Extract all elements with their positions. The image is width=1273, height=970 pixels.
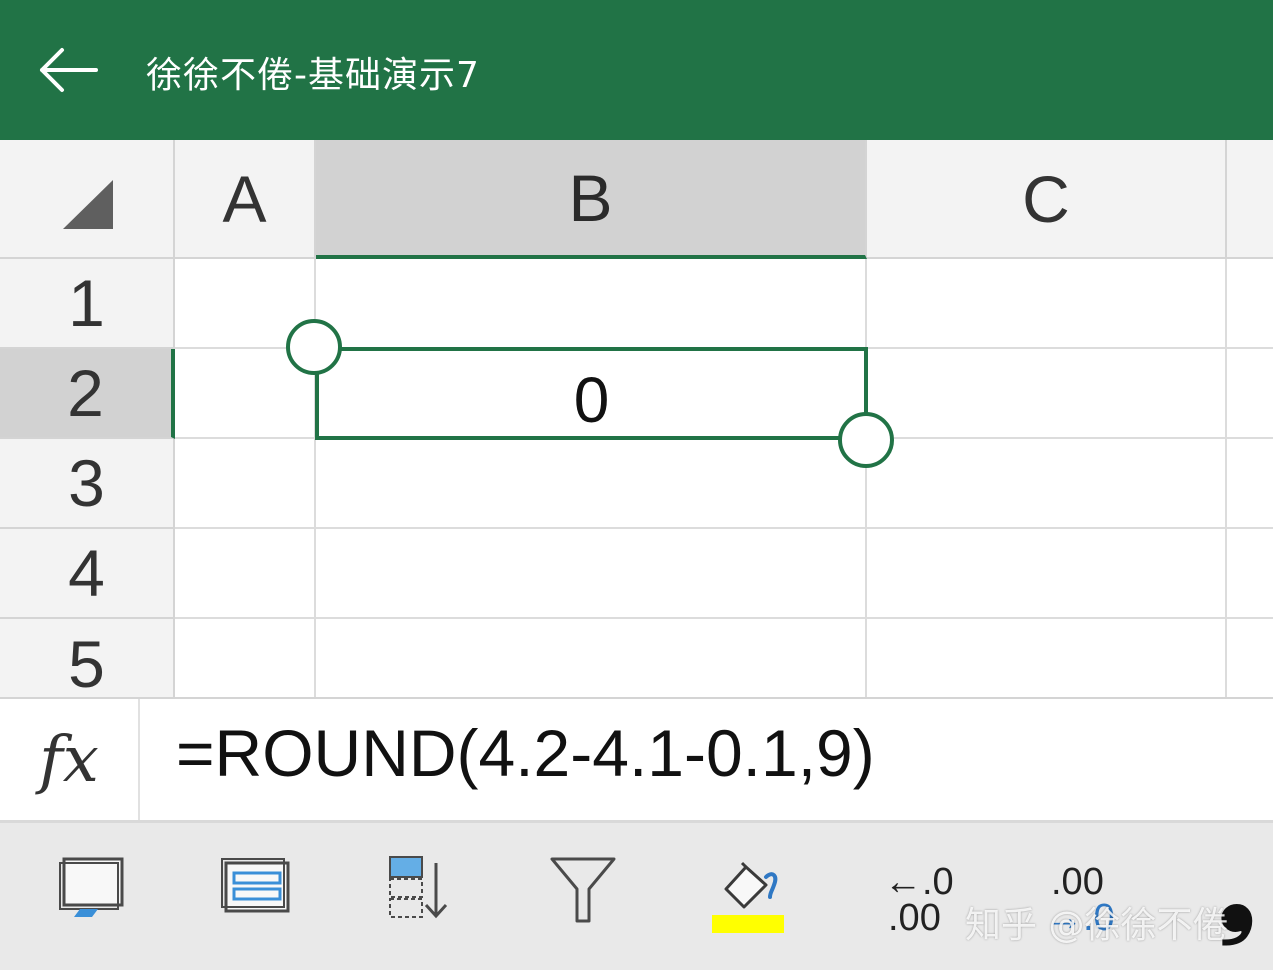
cell-d4[interactable] bbox=[1227, 529, 1273, 619]
select-all-triangle-icon bbox=[63, 180, 113, 229]
formula-input[interactable]: =ROUND(4.2-4.1-0.1,9) bbox=[176, 715, 875, 791]
cell-b5[interactable] bbox=[316, 619, 867, 697]
workbook-title: 徐徐不倦-基础演示7 bbox=[146, 55, 480, 96]
cell-d1[interactable] bbox=[1227, 259, 1273, 349]
selection-handle-top-left[interactable] bbox=[286, 319, 342, 375]
cell-c5[interactable] bbox=[867, 619, 1227, 697]
cell-a3[interactable] bbox=[175, 439, 316, 529]
freeze-panes-icon bbox=[59, 857, 124, 917]
back-button[interactable] bbox=[36, 44, 100, 96]
select-all-corner[interactable] bbox=[0, 140, 175, 259]
sort-descending-icon bbox=[389, 856, 448, 919]
paint-bucket-icon bbox=[712, 861, 784, 933]
arrow-left-icon bbox=[40, 48, 98, 92]
column-header-c[interactable]: C bbox=[867, 140, 1227, 259]
cell-b2-value: 0 bbox=[573, 364, 610, 436]
cell-c2[interactable] bbox=[867, 349, 1227, 439]
wrap-merge-button[interactable] bbox=[220, 855, 292, 955]
row-header-2[interactable]: 2 bbox=[0, 349, 175, 439]
fx-label[interactable]: fx bbox=[0, 699, 140, 820]
cell-d3[interactable] bbox=[1227, 439, 1273, 529]
cell-b4[interactable] bbox=[316, 529, 867, 619]
row-header-5[interactable]: 5 bbox=[0, 619, 175, 697]
cell-c4[interactable] bbox=[867, 529, 1227, 619]
row-header-4[interactable]: 4 bbox=[0, 529, 175, 619]
selection-handle-bottom-right[interactable] bbox=[838, 412, 894, 468]
filter-funnel-icon bbox=[550, 857, 616, 923]
formula-bar: fx =ROUND(4.2-4.1-0.1,9) bbox=[0, 697, 1273, 823]
column-header-b[interactable]: B bbox=[316, 140, 867, 259]
cell-b1[interactable] bbox=[316, 259, 867, 349]
sort-button[interactable] bbox=[386, 855, 456, 955]
bottom-toolbar: ←.0 .00 .00 →.0 ❟ 知乎 @徐徐不倦 bbox=[0, 823, 1273, 970]
cell-a4[interactable] bbox=[175, 529, 316, 619]
watermark: 知乎 @徐徐不倦 bbox=[965, 905, 1229, 946]
column-header-a[interactable]: A bbox=[175, 140, 316, 259]
cell-b3[interactable] bbox=[316, 439, 867, 529]
cell-c3[interactable] bbox=[867, 439, 1227, 529]
column-header-d-partial[interactable] bbox=[1227, 140, 1273, 259]
cell-d2[interactable] bbox=[1227, 349, 1273, 439]
title-bar: 徐徐不倦-基础演示7 bbox=[0, 0, 1273, 140]
row-header-1[interactable]: 1 bbox=[0, 259, 175, 349]
decrease-decimal-button[interactable]: ←.0 .00 bbox=[880, 855, 960, 955]
row-header-3[interactable]: 3 bbox=[0, 439, 175, 529]
filter-button[interactable] bbox=[549, 855, 619, 955]
merge-cells-icon bbox=[221, 858, 290, 913]
cell-c1[interactable] bbox=[867, 259, 1227, 349]
fill-color-swatch bbox=[712, 915, 784, 933]
cell-a5[interactable] bbox=[175, 619, 316, 697]
decrease-decimal-bottom: .00 bbox=[888, 897, 941, 939]
cell-d5[interactable] bbox=[1227, 619, 1273, 697]
fill-color-button[interactable] bbox=[712, 855, 784, 955]
spreadsheet-grid: A B C 1 2 3 4 5 0 bbox=[0, 140, 1273, 697]
freeze-panes-button[interactable] bbox=[58, 855, 128, 955]
